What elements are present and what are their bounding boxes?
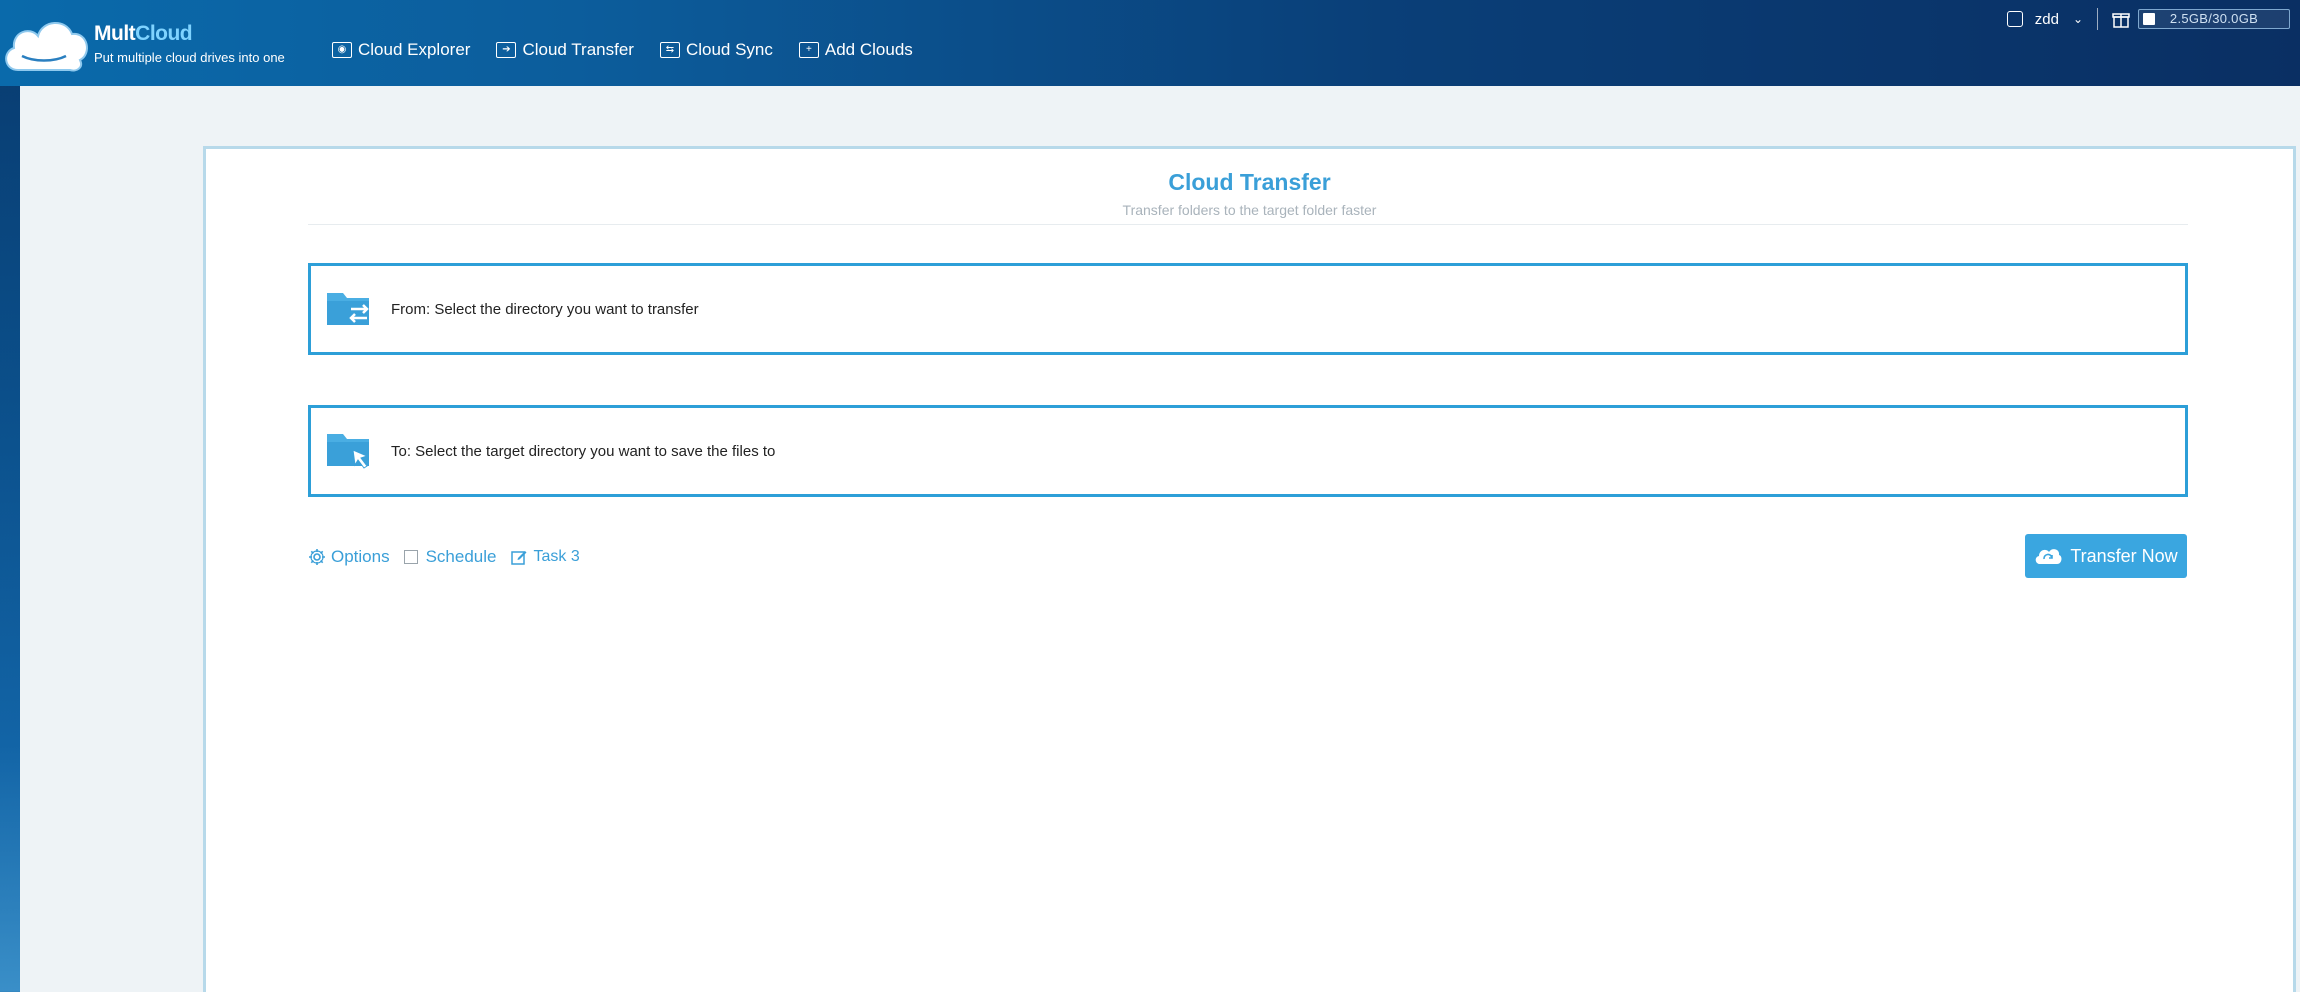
options-label: Options [331,547,390,566]
main-nav: ◉ Cloud Explorer ➔ Cloud Transfer ⇆ Clou… [332,40,939,60]
edit-icon [511,551,527,565]
cloud-transfer-panel: Cloud Transfer Transfer folders to the t… [203,146,2296,992]
nav-label-cloud-sync: Cloud Sync [685,40,773,59]
to-directory-selector[interactable]: To: Select the target directory you want… [308,405,2188,497]
username[interactable]: zdd [2035,11,2059,28]
page-subtitle: Transfer folders to the target folder fa… [1122,202,1377,218]
transfer-options-row: Options Schedule Task 3 [308,547,594,567]
chevron-down-icon[interactable]: ⌄ [2073,12,2083,26]
sync-icon: ⇆ [659,42,680,58]
transfer-now-label: Transfer Now [2070,545,2178,566]
from-directory-selector[interactable]: From: Select the directory you want to t… [308,263,2188,355]
toolbar-divider [2097,8,2098,30]
top-navigation-bar: MultCloud Put multiple cloud drives into… [0,0,2300,86]
user-avatar-icon [2006,11,2023,27]
schedule-toggle[interactable]: Schedule [403,547,497,567]
nav-cloud-sync[interactable]: ⇆ Cloud Sync [659,40,773,60]
cloud-logo-icon [5,22,88,72]
transfer-now-button[interactable]: Transfer Now [2025,534,2187,578]
folder-target-icon [327,434,369,469]
nav-label-cloud-transfer: Cloud Transfer [522,40,634,59]
transfer-icon: ➔ [496,42,517,58]
explorer-icon: ◉ [332,42,352,58]
brand-name-part1: Mult [94,22,136,45]
nav-cloud-explorer[interactable]: ◉ Cloud Explorer [332,40,470,60]
task-name-label: Task 3 [533,548,580,565]
nav-cloud-transfer[interactable]: ➔ Cloud Transfer [496,40,634,60]
schedule-checkbox[interactable] [403,550,418,564]
main-content: Cloud Transfer Transfer folders to the t… [20,86,2300,992]
brand-name: MultCloud [94,22,193,46]
schedule-label: Schedule [425,547,497,566]
multcloud-logo[interactable]: MultCloud Put multiple cloud drives into… [0,8,300,74]
folder-transfer-icon [327,293,369,325]
gear-icon [309,549,325,565]
nav-label-cloud-explorer: Cloud Explorer [358,40,471,59]
options-button[interactable]: Options [308,547,390,567]
storage-usage-text: 2.5GB/30.0GB [2169,11,2259,26]
nav-label-add-clouds: Add Clouds [824,40,913,59]
title-divider [308,224,2188,225]
gift-icon[interactable] [2112,10,2130,28]
nav-add-clouds[interactable]: + Add Clouds [798,40,913,60]
add-icon: + [798,42,819,58]
user-toolbar: zdd ⌄ 2.5GB/30.0GB [2006,8,2290,30]
cloud-transfer-icon [2036,549,2062,564]
brand-tagline: Put multiple cloud drives into one [94,50,285,65]
from-directory-label: From: Select the directory you want to t… [391,300,699,318]
to-directory-label: To: Select the target directory you want… [391,442,776,460]
page-title: Cloud Transfer [1168,169,1331,195]
storage-usage-bar[interactable]: 2.5GB/30.0GB [2138,9,2290,29]
brand-name-part2: Cloud [135,22,193,45]
task-name-editor[interactable]: Task 3 [510,548,580,566]
